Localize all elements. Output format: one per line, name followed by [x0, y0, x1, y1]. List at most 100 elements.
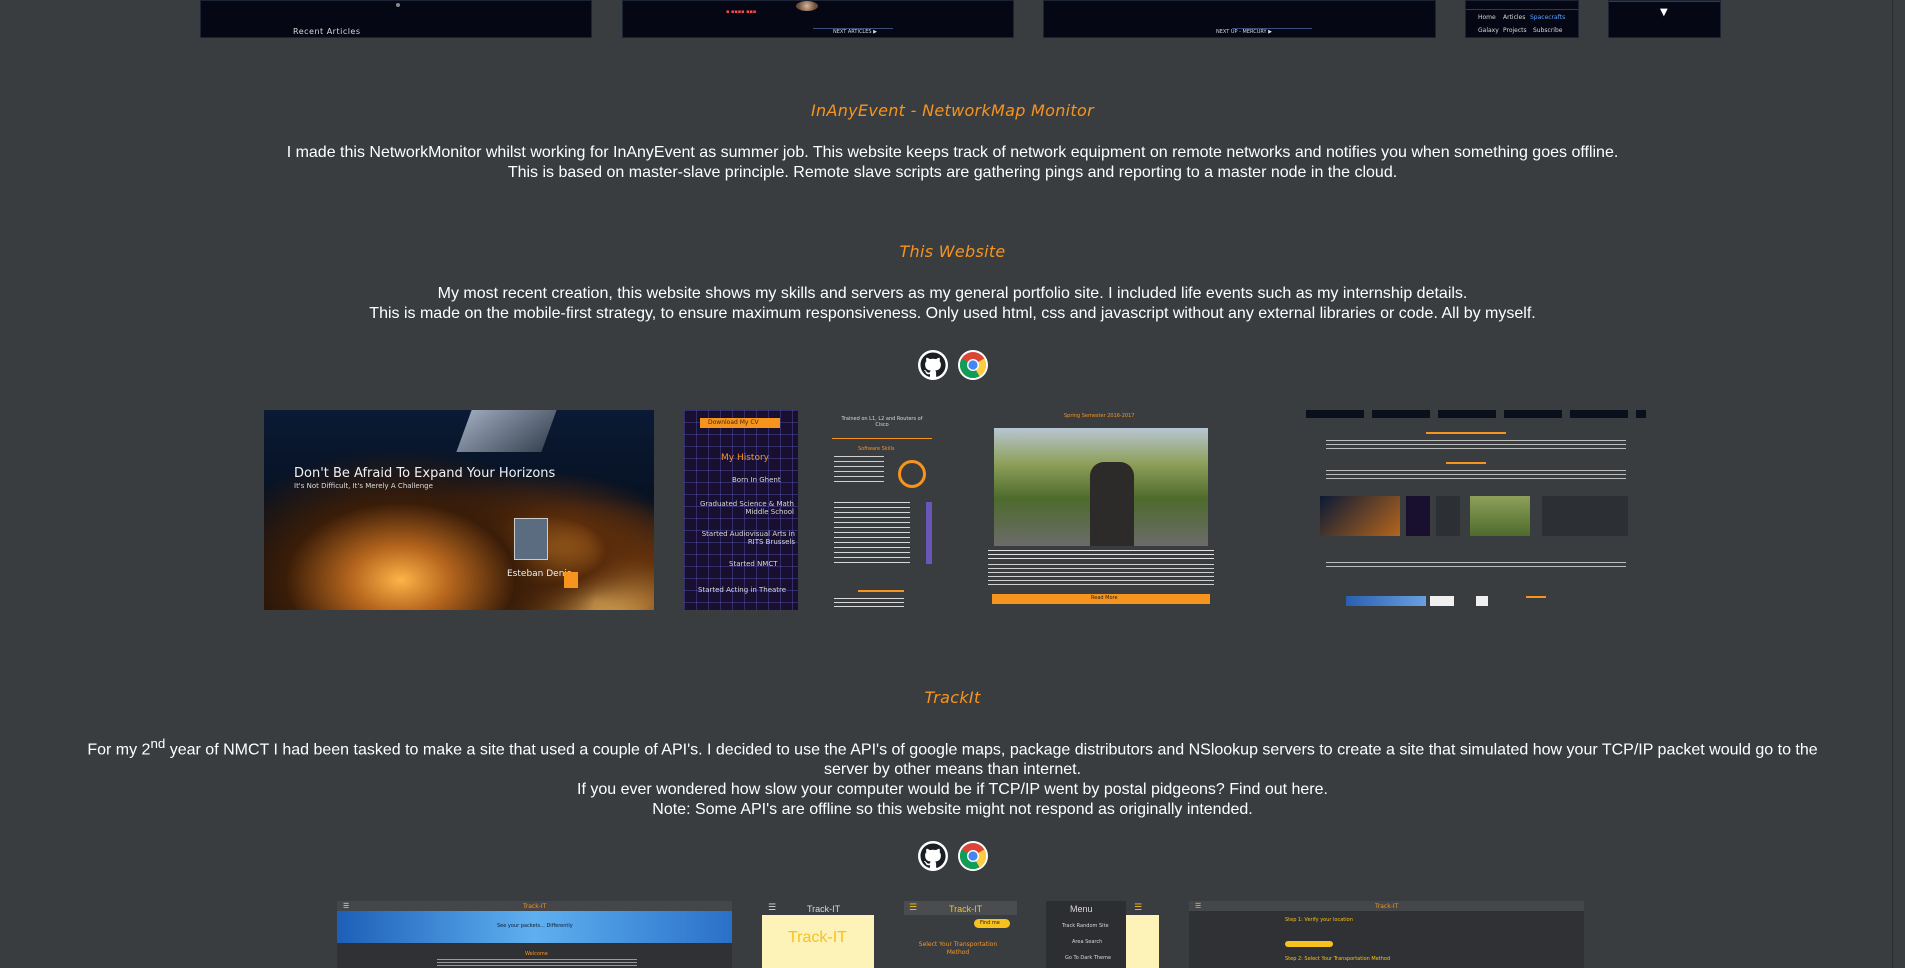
project-description: My most recent creation, this website sh… [0, 284, 1905, 324]
mini-text [1326, 440, 1626, 450]
software-skills-title: Software Skills [858, 446, 895, 452]
gallery-image-nav-menu[interactable]: Home Articles Spacecrafts Galaxy Project… [1465, 0, 1579, 38]
gallery-image-desktop-landing[interactable]: ☰ Track-IT See your packets... Different… [337, 901, 732, 968]
description-line: I made this NetworkMonitor whilst workin… [286, 144, 1619, 161]
find-me-label: Find me [980, 920, 1000, 926]
gallery-image-skills[interactable]: Trained on L1, L2 and Routers of Cisco S… [828, 410, 934, 610]
divider [832, 438, 932, 439]
description-line: This is made on the mobile-first strateg… [369, 305, 1536, 322]
chrome-icon[interactable] [957, 349, 989, 381]
text-block [834, 598, 904, 608]
scrollbar-thumb[interactable] [1895, 0, 1903, 968]
project-title: InAnyEvent - NetworkMap Monitor [811, 101, 1094, 120]
mini-thumb [1476, 596, 1488, 606]
step-1-label: Step 1: Verify your location [1285, 917, 1353, 923]
read-more-label: Read More [1091, 595, 1118, 601]
description-line: This is based on master-slave principle.… [507, 164, 1398, 181]
gallery-image-mobile-menu[interactable]: Menu Track Random Site Area Search Go To… [1046, 901, 1159, 968]
hamburger-icon: ☰ [1134, 903, 1143, 913]
page-scrollbar[interactable] [1892, 0, 1905, 968]
gallery-image-trip[interactable]: Spring Semester 2016-2017 Read More [964, 410, 1240, 610]
gallery-image-dropdown[interactable]: ▼ [1608, 0, 1721, 38]
next-articles-link[interactable]: NEXT ARTICLES ▶ [833, 29, 877, 35]
trip-title: Spring Semester 2016-2017 [1064, 413, 1135, 419]
description-line: If you ever wondered how slow your compu… [577, 781, 1328, 799]
mini-thumb [1320, 496, 1400, 536]
history-item: Started Acting in Theatre [698, 586, 787, 594]
next-up-link[interactable]: NEXT UP - MERCURY ▶ [1216, 29, 1272, 35]
tagline: See your packets... Differently [497, 923, 573, 929]
nav-spacecrafts[interactable]: Spacecrafts [1530, 14, 1565, 21]
project-description: For my 2nd year of NMCT I had been taske… [0, 734, 1905, 820]
project-title: TrackIt [924, 688, 981, 707]
history-title: My History [721, 453, 769, 463]
history-item: Born In Ghent [732, 476, 781, 484]
mini-thumb [1436, 496, 1460, 536]
project-text-block [834, 502, 910, 564]
mini-text [1326, 470, 1626, 480]
description-line: For my 2nd year of NMCT I had been taske… [87, 736, 1818, 759]
satellite-graphic [456, 410, 557, 452]
trip-text [988, 550, 1214, 560]
mini-text [1326, 562, 1626, 570]
gallery-image-history[interactable]: Download My CV My History Born In Ghent … [684, 410, 798, 610]
gallery-image-mobile-transport[interactable]: ☰ Track-IT Find me Select Your Transport… [904, 901, 1017, 968]
chrome-icon[interactable] [957, 840, 989, 872]
hero-subtitle: It's Not Difficult, It's Merely A Challe… [294, 482, 433, 490]
hamburger-icon: ☰ [768, 903, 777, 913]
gallery-image-full-page[interactable] [1306, 410, 1646, 610]
profile-photo [514, 518, 548, 560]
gallery-image-spacecraft[interactable]: NEXT UP - MERCURY ▶ [1043, 0, 1436, 38]
dropdown-border [1609, 1, 1720, 2]
project-title: This Website [899, 242, 1006, 261]
download-cv-label: Download My CV [708, 419, 759, 426]
nav-galaxy[interactable]: Galaxy [1478, 27, 1499, 34]
nav-subscribe[interactable]: Subscribe [1533, 27, 1562, 34]
project-description: I made this NetworkMonitor whilst workin… [0, 143, 1905, 183]
mini-thumb [1346, 596, 1426, 606]
nav-articles[interactable]: Articles [1503, 14, 1525, 21]
menu-item: Go To Dark Theme [1065, 955, 1112, 961]
app-name: Track-IT [523, 903, 547, 910]
gallery-image-hero[interactable]: Don't Be Afraid To Expand Your Horizons … [264, 410, 654, 610]
hero-title: Don't Be Afraid To Expand Your Horizons [294, 466, 556, 481]
trip-text [988, 564, 1214, 588]
github-icon[interactable] [917, 349, 949, 381]
menu-title: Menu [1070, 904, 1093, 914]
mini-thumb [1542, 496, 1628, 536]
backpacker-silhouette [1090, 462, 1134, 546]
history-item: Started NMCT [729, 560, 778, 568]
nav-home[interactable]: Home [1478, 14, 1496, 21]
orange-caption [858, 590, 904, 592]
project-links [0, 349, 1905, 381]
history-item: Started Audiovisual Arts in RITS Brussel… [701, 530, 795, 546]
transport-prompt: Select Your Transportation Method [918, 941, 998, 956]
gallery-image-desktop-steps[interactable]: ☰ Track-IT Step 1: Verify your location … [1189, 901, 1584, 968]
recent-articles-label: Recent Articles [293, 27, 361, 36]
step-2-label: Step 2: Select Your Transportation Metho… [1285, 956, 1391, 962]
gallery-image-mobile-landing[interactable]: ☰ Track-IT Track-IT [762, 901, 874, 968]
skill-progress-ring [898, 460, 926, 488]
gallery-image-articles[interactable]: Recent Articles [200, 0, 592, 38]
welcome-heading: Welcome [525, 951, 548, 957]
skills-heading: Trained on L1, L2 and Routers of Cisco [841, 416, 923, 428]
mobile-logo: Track-IT [788, 929, 847, 946]
menu-item: Area Search [1072, 939, 1103, 945]
previous-project-gallery: Recent Articles ▪ ▪▪▪▪ ▪▪▪ NEXT ARTICLES… [0, 0, 1905, 40]
description-line: My most recent creation, this website sh… [437, 285, 1468, 302]
app-name: Track-IT [1375, 903, 1399, 910]
gallery-image-article-detail[interactable]: ▪ ▪▪▪▪ ▪▪▪ NEXT ARTICLES ▶ [622, 0, 1014, 38]
nav-projects[interactable]: Projects [1503, 27, 1527, 34]
thumb-strip [1306, 410, 1646, 418]
welcome-text [437, 959, 637, 967]
hamburger-icon: ☰ [1195, 902, 1202, 910]
project-links [0, 840, 1905, 872]
logo-badge [564, 572, 578, 588]
trip-photo [994, 428, 1208, 546]
github-icon[interactable] [917, 840, 949, 872]
skills-list [834, 456, 884, 486]
red-caption: ▪ ▪▪▪▪ ▪▪▪ [726, 9, 757, 15]
history-item: Graduated Science & Math Middle School [699, 500, 794, 516]
hamburger-icon: ☰ [343, 902, 350, 910]
description-line: Note: Some API's are offline so this web… [652, 801, 1253, 819]
